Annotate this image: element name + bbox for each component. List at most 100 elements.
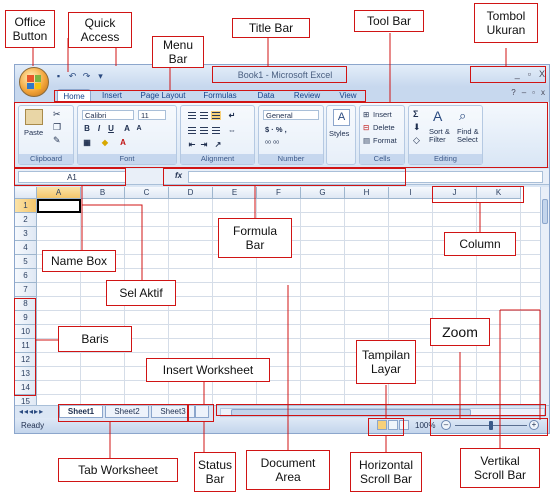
- name-box[interactable]: A1: [18, 171, 126, 183]
- sheet-tab[interactable]: Sheet3: [151, 406, 195, 418]
- save-icon[interactable]: ▪: [53, 71, 64, 82]
- row-header[interactable]: 7: [15, 283, 37, 297]
- minimize-button[interactable]: _: [515, 69, 520, 79]
- horizontal-scrollbar[interactable]: [220, 408, 545, 417]
- font-size-select[interactable]: 11: [138, 110, 166, 120]
- zoom-in-button[interactable]: +: [529, 420, 539, 430]
- redo-icon[interactable]: ↷: [81, 71, 92, 82]
- copy-icon[interactable]: ❐: [53, 122, 61, 133]
- bold-icon[interactable]: B: [82, 124, 92, 134]
- row-header[interactable]: 4: [15, 241, 37, 255]
- format-cells-button[interactable]: Format: [373, 136, 397, 145]
- borders-icon[interactable]: ▦: [82, 138, 92, 148]
- align-left-icon[interactable]: [187, 126, 197, 135]
- align-center-icon[interactable]: [199, 126, 209, 135]
- column-header[interactable]: G: [301, 187, 345, 199]
- column-header[interactable]: F: [257, 187, 301, 199]
- row-header[interactable]: 15: [15, 395, 37, 405]
- insert-cells-icon[interactable]: ⊞: [363, 110, 369, 119]
- paste-button[interactable]: Paste: [24, 128, 43, 137]
- tab-home[interactable]: Home: [57, 89, 91, 102]
- align-top-icon[interactable]: [187, 111, 197, 120]
- align-bottom-icon[interactable]: [211, 111, 221, 120]
- tab-page-layout[interactable]: Page Layout: [135, 89, 191, 102]
- page-layout-view-button[interactable]: [388, 420, 398, 430]
- increase-indent-icon[interactable]: ⇥: [199, 140, 209, 150]
- font-color-icon[interactable]: A: [118, 138, 128, 148]
- zoom-out-button[interactable]: –: [441, 420, 451, 430]
- align-right-icon[interactable]: [211, 126, 221, 135]
- restore-workbook-button[interactable]: ▫: [532, 88, 535, 97]
- sheet-nav-arrows[interactable]: ◂◂◂▸▸: [19, 407, 44, 416]
- column-header[interactable]: J: [433, 187, 477, 199]
- tab-data[interactable]: Data: [249, 89, 283, 102]
- normal-view-button[interactable]: [377, 420, 387, 430]
- formula-input[interactable]: [188, 171, 543, 183]
- column-header[interactable]: D: [169, 187, 213, 199]
- fill-icon[interactable]: ⬇: [413, 122, 421, 133]
- styles-button[interactable]: Styles: [329, 129, 349, 138]
- row-header[interactable]: 1: [15, 199, 37, 213]
- align-middle-icon[interactable]: [199, 111, 209, 120]
- vertical-scrollbar[interactable]: [540, 187, 549, 405]
- tab-formulas[interactable]: Formulas: [197, 89, 243, 102]
- maximize-button[interactable]: ▫: [528, 69, 531, 79]
- minimize-workbook-button[interactable]: –: [522, 88, 526, 97]
- column-header[interactable]: I: [389, 187, 433, 199]
- tab-insert[interactable]: Insert: [95, 89, 129, 102]
- column-header[interactable]: K: [477, 187, 521, 199]
- delete-cells-button[interactable]: Delete: [373, 123, 395, 132]
- active-cell[interactable]: [37, 199, 81, 213]
- tab-review[interactable]: Review: [287, 89, 327, 102]
- number-format-select[interactable]: General: [263, 110, 319, 120]
- wrap-text-icon[interactable]: ↵: [227, 111, 237, 121]
- orientation-icon[interactable]: ↗: [213, 140, 223, 150]
- chevron-down-icon[interactable]: ▾: [95, 71, 106, 82]
- row-header[interactable]: 2: [15, 213, 37, 227]
- close-button[interactable]: X: [539, 69, 545, 79]
- row-header[interactable]: 8: [15, 297, 37, 311]
- tab-view[interactable]: View: [331, 89, 365, 102]
- merge-center-icon[interactable]: ⇔: [227, 126, 237, 136]
- row-header[interactable]: 10: [15, 325, 37, 339]
- cut-icon[interactable]: ✂: [53, 109, 61, 120]
- row-header[interactable]: 9: [15, 311, 37, 325]
- sheet-tab[interactable]: Sheet1: [59, 406, 103, 418]
- column-header[interactable]: C: [125, 187, 169, 199]
- horizontal-scroll-thumb[interactable]: [231, 409, 471, 416]
- row-header[interactable]: 3: [15, 227, 37, 241]
- number-symbols[interactable]: $ · % ,: [265, 125, 287, 134]
- italic-icon[interactable]: I: [94, 124, 104, 134]
- row-header[interactable]: 5: [15, 255, 37, 269]
- format-cells-icon[interactable]: ▤: [363, 136, 370, 145]
- row-header[interactable]: 11: [15, 339, 37, 353]
- font-name-select[interactable]: Calibri: [82, 110, 134, 120]
- decimal-buttons[interactable]: ⁰⁰ ⁰⁰: [265, 139, 279, 148]
- zoom-slider-knob[interactable]: [489, 421, 493, 430]
- undo-icon[interactable]: ↶: [67, 71, 78, 82]
- column-header[interactable]: A: [37, 187, 81, 199]
- sheet-tab[interactable]: Sheet2: [105, 406, 149, 418]
- sort-filter-icon[interactable]: A: [433, 108, 442, 124]
- column-header[interactable]: B: [81, 187, 125, 199]
- row-header[interactable]: 6: [15, 269, 37, 283]
- fill-color-icon[interactable]: ◆: [100, 138, 110, 148]
- find-select-button[interactable]: Find & Select: [457, 128, 483, 144]
- underline-icon[interactable]: U: [106, 124, 116, 134]
- format-painter-icon[interactable]: ✎: [53, 135, 61, 146]
- insert-worksheet-button[interactable]: [195, 406, 209, 418]
- decrease-indent-icon[interactable]: ⇤: [187, 140, 197, 150]
- zoom-level[interactable]: 100%: [415, 421, 435, 430]
- autosum-icon[interactable]: Σ: [413, 109, 418, 119]
- row-header[interactable]: 14: [15, 381, 37, 395]
- vertical-scroll-thumb[interactable]: [542, 199, 548, 224]
- paste-icon[interactable]: [25, 109, 43, 125]
- delete-cells-icon[interactable]: ⊟: [363, 123, 369, 132]
- shrink-font-icon[interactable]: A: [134, 124, 144, 134]
- help-icon[interactable]: ?: [511, 88, 515, 97]
- row-header[interactable]: 12: [15, 353, 37, 367]
- office-button[interactable]: [19, 67, 49, 97]
- close-workbook-button[interactable]: x: [541, 88, 545, 97]
- page-break-view-button[interactable]: [399, 420, 409, 430]
- find-select-icon[interactable]: ⌕: [459, 108, 466, 124]
